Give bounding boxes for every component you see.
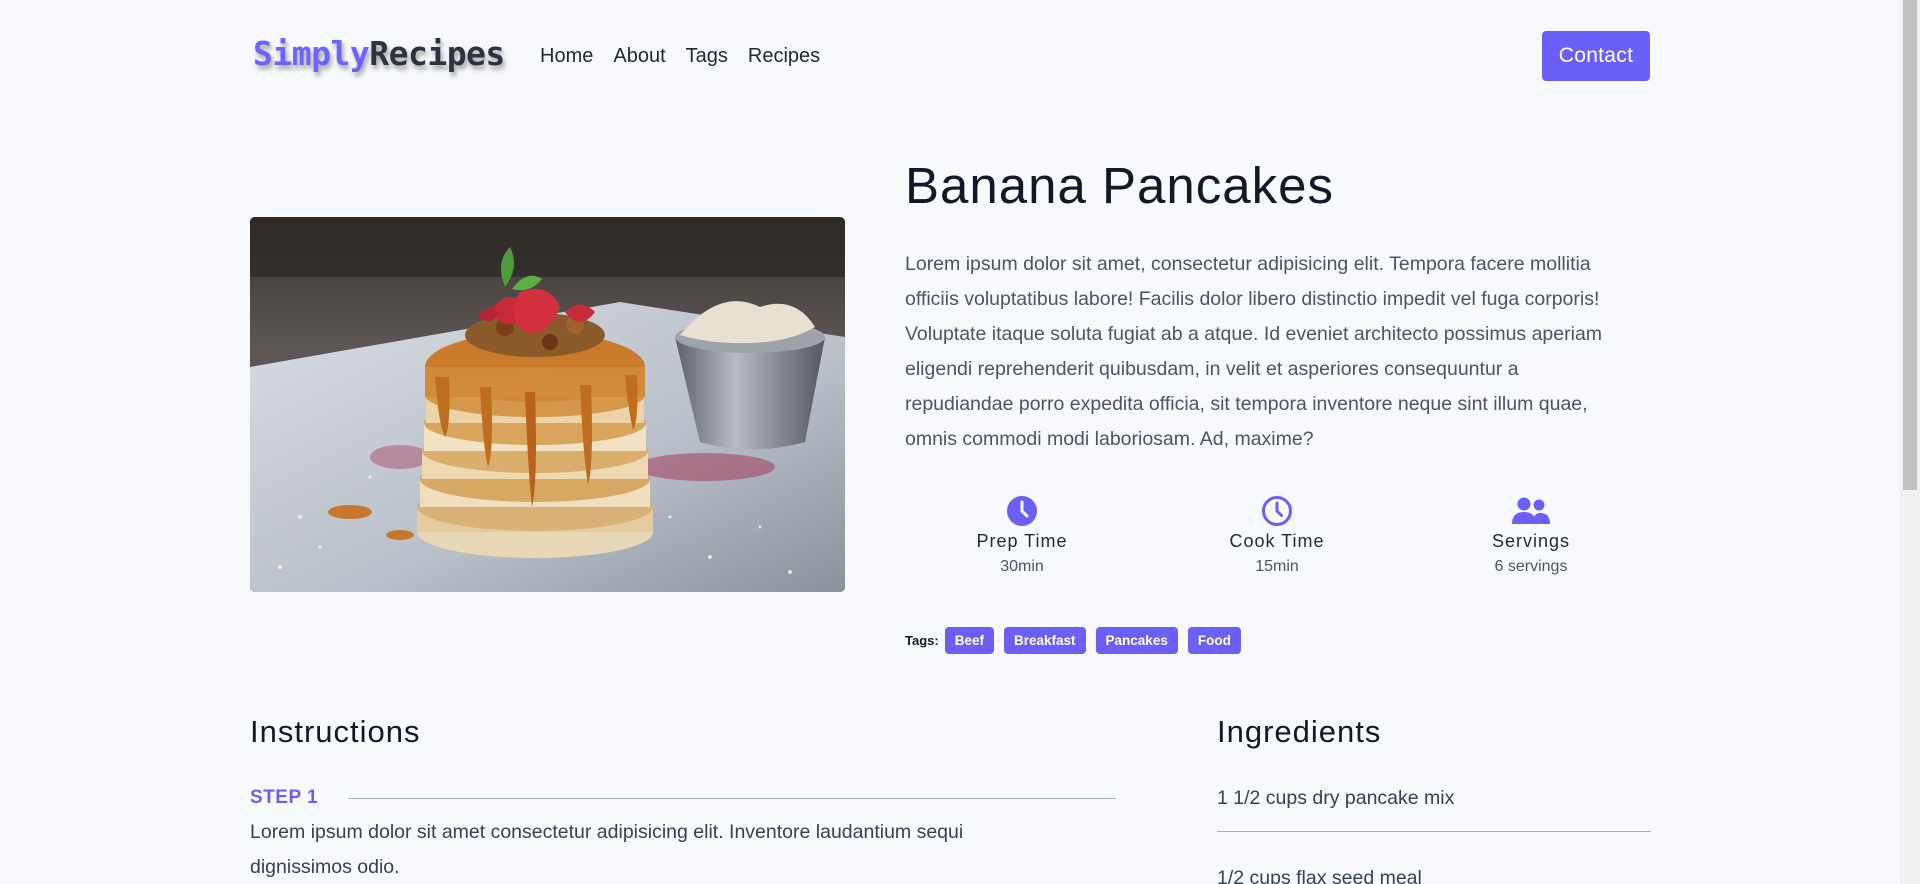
instructions-heading: Instructions xyxy=(250,714,421,749)
contact-button[interactable]: Contact xyxy=(1542,31,1650,81)
ingredient-item: 1 1/2 cups dry pancake mix xyxy=(1217,787,1455,809)
stat-value: 30min xyxy=(1000,558,1044,575)
tag-food[interactable]: Food xyxy=(1187,627,1241,654)
nav-link-home[interactable]: Home xyxy=(540,45,593,68)
navbar: SimplyRecipes Home About Tags Recipes Co… xyxy=(250,30,1650,82)
ingredient-item: 1/2 cups flax seed meal xyxy=(1217,867,1422,884)
nav-link-recipes[interactable]: Recipes xyxy=(748,45,820,68)
pancake-stack-illustration xyxy=(250,217,845,592)
logo-part-simply: Simply xyxy=(253,34,370,73)
clock-outline-icon xyxy=(1262,496,1292,526)
stat-prep-time: Prep Time 30min xyxy=(922,495,1122,576)
recipe-tags: Tags: Beef Breakfast Pancakes Food xyxy=(905,627,1241,654)
tags-label: Tags: xyxy=(905,633,939,648)
page-scrollbar[interactable] xyxy=(1900,0,1920,884)
recipe-stats: Prep Time 30min Cook Time 15min Servings… xyxy=(905,495,1625,585)
nav-link-about[interactable]: About xyxy=(613,45,665,68)
logo[interactable]: SimplyRecipes xyxy=(253,34,505,73)
scrollbar-thumb[interactable] xyxy=(1903,0,1917,490)
users-icon xyxy=(1512,497,1550,524)
stat-cook-time: Cook Time 15min xyxy=(1177,495,1377,576)
step-text: Lorem ipsum dolor sit amet consectetur a… xyxy=(250,821,964,878)
stat-servings: Servings 6 servings xyxy=(1431,495,1631,576)
stat-label: Prep Time xyxy=(976,531,1068,551)
step-header: STEP 1 xyxy=(250,786,1116,810)
recipe-description: Lorem ipsum dolor sit amet, consectetur … xyxy=(905,253,1603,450)
tag-breakfast[interactable]: Breakfast xyxy=(1003,627,1086,654)
logo-part-recipes: Recipes xyxy=(369,34,505,73)
tag-pancakes[interactable]: Pancakes xyxy=(1095,627,1178,654)
stat-label: Cook Time xyxy=(1229,531,1325,551)
stat-value: 15min xyxy=(1255,558,1299,575)
nav-links: Home About Tags Recipes xyxy=(540,45,820,68)
step-divider xyxy=(348,797,1116,799)
stat-value: 6 servings xyxy=(1494,558,1568,575)
clock-solid-icon xyxy=(1007,496,1037,526)
page: SimplyRecipes Home About Tags Recipes Co… xyxy=(0,0,1900,884)
step-label: STEP 1 xyxy=(250,787,319,808)
recipe-image xyxy=(250,217,845,592)
ingredient-divider xyxy=(1217,831,1651,832)
ingredients-heading: Ingredients xyxy=(1217,714,1382,749)
recipe-title: Banana Pancakes xyxy=(905,157,1334,214)
nav-link-tags[interactable]: Tags xyxy=(686,45,728,68)
tag-beef[interactable]: Beef xyxy=(944,627,994,654)
stat-label: Servings xyxy=(1491,531,1571,551)
